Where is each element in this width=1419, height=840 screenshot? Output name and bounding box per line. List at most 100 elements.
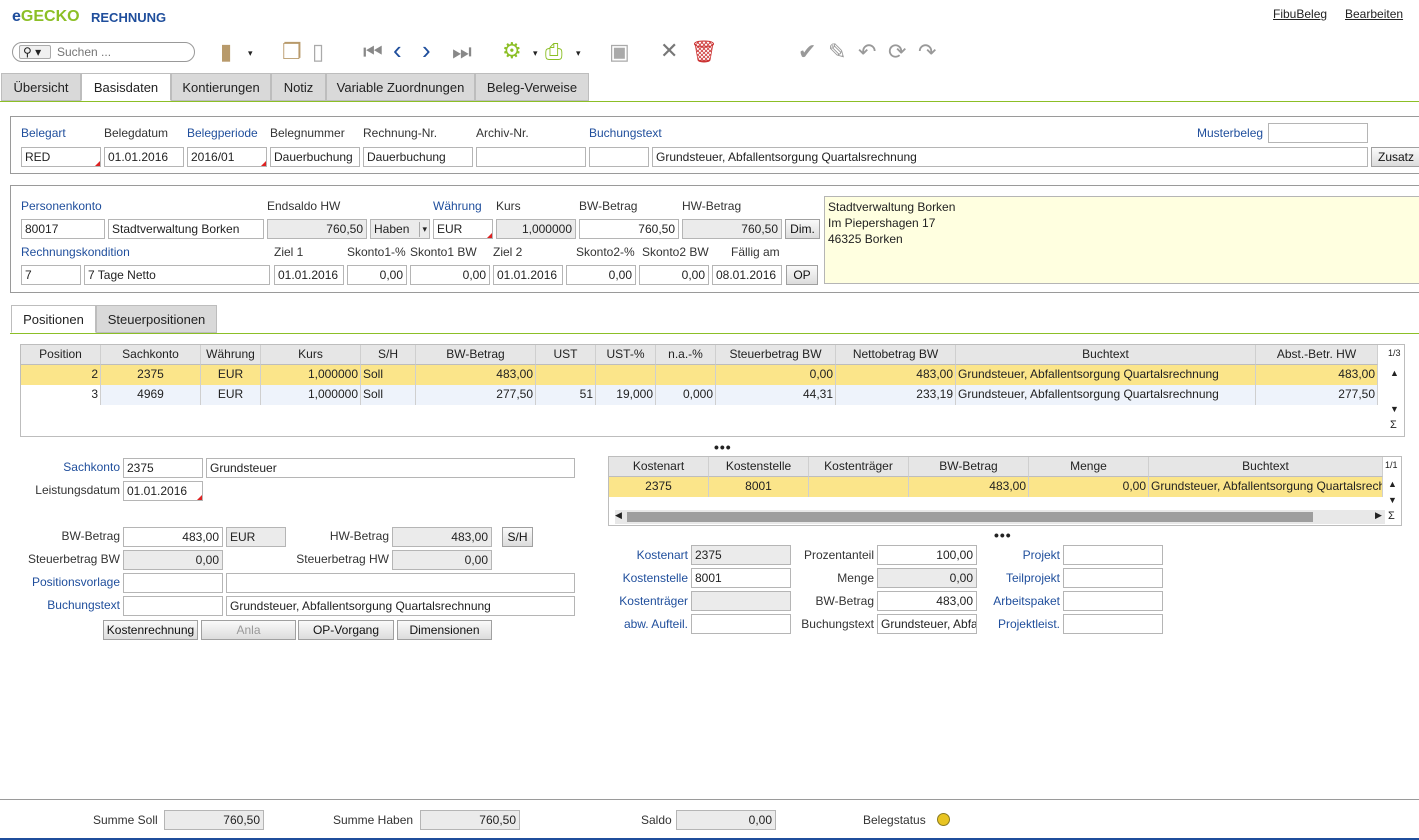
cancel-icon[interactable]: ✕ (660, 39, 678, 63)
tab-positionen[interactable]: Positionen (11, 305, 96, 333)
col-abst-betr[interactable]: Abst.-Betr. HW (1256, 345, 1378, 365)
waehrung-label[interactable]: Währung (433, 199, 482, 213)
musterbeleg-label[interactable]: Musterbeleg (1197, 126, 1263, 140)
col-bw-betrag[interactable]: BW-Betrag (416, 345, 536, 365)
kostenrechnung-button[interactable]: Kostenrechnung (103, 620, 198, 640)
col-steuerbetrag[interactable]: Steuerbetrag BW (716, 345, 836, 365)
sachkonto-label[interactable]: Sachkonto (20, 460, 120, 474)
kosten-splitter-handle[interactable]: ••• (994, 527, 1012, 543)
kostenart-label[interactable]: Kostenart (600, 548, 688, 562)
detail-bw-field[interactable]: 483,00 (123, 527, 223, 547)
col-sachkonto[interactable]: Sachkonto (101, 345, 201, 365)
col-buchtext[interactable]: Buchtext (956, 345, 1256, 365)
first-record-icon[interactable]: ⏮ (363, 40, 383, 64)
col-kurs[interactable]: Kurs (261, 345, 361, 365)
positionsvorlage-label[interactable]: Positionsvorlage (10, 575, 120, 589)
table-row[interactable]: 3 4969 EUR 1,000000 Soll 277,50 51 19,00… (21, 385, 1378, 405)
arbeitspaket-field[interactable] (1063, 591, 1163, 611)
tab-beleg-verweise[interactable]: Beleg-Verweise (475, 73, 589, 101)
table-row[interactable]: 2375 8001 483,00 0,00 Grundsteuer, Abfal… (609, 477, 1383, 497)
col-na-pct[interactable]: n.a.-% (656, 345, 716, 365)
scroll-left-icon[interactable]: ◀ (615, 510, 622, 521)
search-icon[interactable]: ⚲ ▾ (19, 45, 51, 59)
rechnungskondition-field[interactable]: 7 (21, 265, 81, 285)
anla-button[interactable]: Anla (201, 620, 296, 640)
col-ust[interactable]: UST (536, 345, 596, 365)
projekt-field[interactable] (1063, 545, 1163, 565)
prozentanteil-field[interactable]: 100,00 (877, 545, 977, 565)
positionsvorlage-field[interactable] (123, 573, 223, 593)
save-icon[interactable]: ▣ (609, 40, 630, 64)
sachkonto-text-field[interactable]: Grundsteuer (206, 458, 575, 478)
kosten-scroll-up-icon[interactable]: ▲ (1388, 479, 1397, 489)
rechnungnr-field[interactable]: Dauerbuchung (363, 147, 473, 167)
buchungstext-field[interactable]: Grundsteuer, Abfallentsorgung Quartalsre… (652, 147, 1368, 167)
dim-button[interactable]: Dim. (785, 219, 820, 239)
skonto2-pct-field[interactable]: 0,00 (566, 265, 636, 285)
skonto2-bw-field[interactable]: 0,00 (639, 265, 709, 285)
col-position[interactable]: Position (21, 345, 101, 365)
kostenstelle-field[interactable]: 8001 (691, 568, 791, 588)
next-record-icon[interactable]: › (422, 37, 431, 63)
search-input[interactable] (57, 45, 187, 59)
kostenstelle-label[interactable]: Kostenstelle (600, 571, 688, 585)
haben-select[interactable]: Haben ▾ (370, 219, 430, 239)
edit-icon[interactable]: ✎ (828, 40, 846, 64)
kostentraeger-label[interactable]: Kostenträger (600, 594, 688, 608)
table-row[interactable]: 2 2375 EUR 1,000000 Soll 483,00 0,00 483… (21, 365, 1378, 385)
kosten-scroll-down-icon[interactable]: ▼ (1388, 495, 1397, 505)
col-kosten-buchtext[interactable]: Buchtext (1149, 457, 1383, 477)
splitter-handle[interactable]: ••• (714, 439, 732, 455)
horizontal-scrollbar[interactable]: ◀ ▶ (615, 510, 1385, 524)
gear-dropdown-icon[interactable]: ▾ (533, 48, 538, 59)
col-kostenstelle[interactable]: Kostenstelle (709, 457, 809, 477)
detail-buchungstext-field[interactable]: Grundsteuer, Abfallentsorgung Quartalsre… (226, 596, 575, 616)
personenkonto-label[interactable]: Personenkonto (21, 199, 102, 213)
undo-icon[interactable]: ↶ (858, 40, 876, 64)
ziel1-field[interactable]: 01.01.2016 (274, 265, 344, 285)
menu-fibubeleg[interactable]: FibuBeleg (1273, 7, 1327, 21)
tab-steuerpositionen[interactable]: Steuerpositionen (96, 305, 217, 333)
teilprojekt-field[interactable] (1063, 568, 1163, 588)
last-record-icon[interactable]: ⏭ (452, 40, 472, 64)
chevron-down-icon[interactable]: ▾ (419, 222, 427, 237)
positions-sum-icon[interactable]: Σ (1390, 419, 1397, 431)
tab-notiz[interactable]: Notiz (271, 73, 326, 101)
copy-document-icon[interactable]: ❐ (282, 40, 302, 64)
detail-buchungstext-code-field[interactable] (123, 596, 223, 616)
buchungstext-label[interactable]: Buchungstext (589, 126, 662, 140)
new-document-icon[interactable]: ▮ (220, 40, 232, 64)
skonto1-bw-field[interactable]: 0,00 (410, 265, 490, 285)
sachkonto-field[interactable]: 2375 (123, 458, 203, 478)
print-icon[interactable]: ⎙ (545, 40, 563, 64)
col-kostenart[interactable]: Kostenart (609, 457, 709, 477)
skonto1-pct-field[interactable]: 0,00 (347, 265, 407, 285)
personenkonto-name-field[interactable]: Stadtverwaltung Borken (108, 219, 264, 239)
belegart-label[interactable]: Belegart (21, 126, 66, 140)
col-sh[interactable]: S/H (361, 345, 416, 365)
tab-kontierungen[interactable]: Kontierungen (171, 73, 271, 101)
detail-buchungstext-label[interactable]: Buchungstext (10, 598, 120, 612)
rechnungskondition-text-field[interactable]: 7 Tage Netto (84, 265, 270, 285)
gear-icon[interactable]: ⚙ (502, 39, 522, 63)
menu-bearbeiten[interactable]: Bearbeiten (1345, 7, 1403, 21)
kosten-sum-icon[interactable]: Σ (1388, 510, 1395, 522)
archivnr-field[interactable] (476, 147, 586, 167)
delete-icon[interactable]: 🗑 (690, 40, 718, 64)
check-icon[interactable]: ✔ (798, 40, 816, 64)
previous-record-icon[interactable]: ‹ (393, 37, 402, 63)
col-kosten-bw[interactable]: BW-Betrag (909, 457, 1029, 477)
faellig-field[interactable]: 08.01.2016 (712, 265, 782, 285)
kosten-buchungstext-field[interactable]: Grundsteuer, Abfallentsorgung (877, 614, 977, 634)
projektleist-field[interactable] (1063, 614, 1163, 634)
belegnummer-field[interactable]: Dauerbuchung (270, 147, 360, 167)
waehrung-field[interactable]: EUR (433, 219, 493, 239)
tab-variable-zuordnungen[interactable]: Variable Zuordnungen (326, 73, 475, 101)
scroll-down-icon[interactable]: ▼ (1390, 404, 1399, 414)
scroll-up-icon[interactable]: ▲ (1390, 368, 1399, 378)
belegart-field[interactable]: RED (21, 147, 101, 167)
sh-button[interactable]: S/H (502, 527, 533, 547)
rechnungskondition-label[interactable]: Rechnungskondition (21, 245, 130, 259)
zusatz-button[interactable]: Zusatz (1371, 147, 1419, 167)
new-dropdown-icon[interactable]: ▾ (248, 48, 253, 59)
